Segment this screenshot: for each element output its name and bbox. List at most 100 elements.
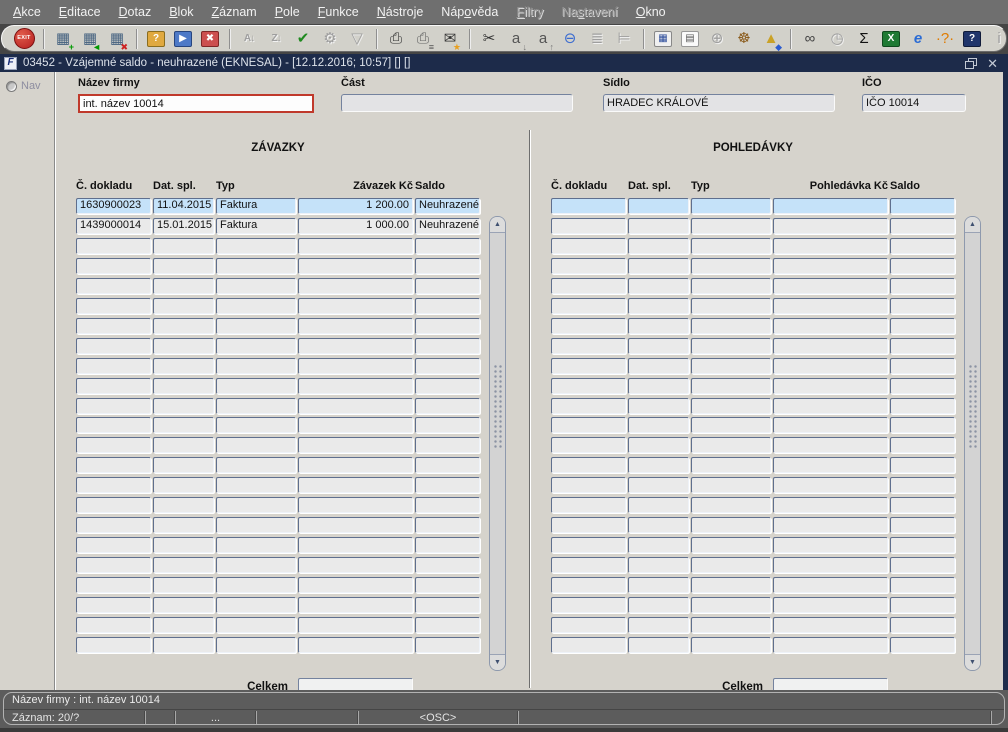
zavazky-cell[interactable] (153, 377, 214, 394)
zavazky-cell[interactable] (298, 297, 413, 314)
zavazky-cell[interactable] (76, 437, 151, 454)
pohledavky-cell[interactable] (773, 337, 888, 354)
zavazky-cell[interactable] (216, 537, 296, 554)
cast-input[interactable] (341, 94, 573, 112)
zavazky-cell[interactable] (216, 377, 296, 394)
pohledavky-cell[interactable] (773, 577, 888, 594)
pohledavky-cell[interactable] (628, 557, 689, 574)
scroll-down-button[interactable]: ▼ (965, 654, 980, 670)
zavazky-cell[interactable] (216, 437, 296, 454)
pohledavky-cell[interactable] (773, 417, 888, 434)
pohledavky-cell[interactable] (890, 377, 955, 394)
zavazky-cell[interactable] (76, 317, 151, 334)
zavazky-cell[interactable] (216, 636, 296, 653)
pohledavky-cell[interactable] (773, 297, 888, 314)
pohledavky-cell[interactable] (628, 198, 689, 214)
pohledavky-cell[interactable] (890, 477, 955, 494)
zavazky-cell[interactable]: Neuhrazené (415, 217, 480, 234)
pohledavky-cell[interactable] (628, 497, 689, 514)
pohledavky-cell[interactable] (890, 577, 955, 594)
zavazky-cell[interactable] (298, 357, 413, 374)
zavazky-cell[interactable] (153, 617, 214, 634)
zavazky-cell[interactable] (415, 297, 480, 314)
pohledavky-cell[interactable] (628, 277, 689, 294)
zavazky-cell[interactable] (76, 617, 151, 634)
zavazky-cell[interactable] (415, 257, 480, 274)
menu-dotaz[interactable]: Dotaz (110, 5, 161, 19)
pohledavky-cell[interactable] (628, 297, 689, 314)
zavazky-cell[interactable] (298, 537, 413, 554)
zavazky-cell[interactable] (76, 337, 151, 354)
pohledavky-cell[interactable] (773, 277, 888, 294)
pohledavky-cell[interactable] (890, 537, 955, 554)
zavazky-cell[interactable] (415, 317, 480, 334)
pohledavky-cell[interactable] (691, 377, 771, 394)
mdi-titlebar[interactable]: F 03452 - Vzájemné saldo - neuhrazené (E… (0, 54, 1008, 72)
zavazky-cell[interactable] (76, 457, 151, 474)
hint-button[interactable]: ·?· (933, 27, 957, 51)
sum-button[interactable]: Σ (852, 27, 876, 51)
pohledavky-cell[interactable] (691, 317, 771, 334)
pohledavky-cell[interactable] (551, 357, 626, 374)
zavazky-cell[interactable] (76, 537, 151, 554)
pohledavky-cell[interactable] (551, 636, 626, 653)
pohledavky-cell[interactable] (551, 537, 626, 554)
pohledavky-cell[interactable] (691, 217, 771, 234)
menu-nastroje[interactable]: Nástroje (368, 5, 433, 19)
zavazky-cell[interactable] (415, 597, 480, 614)
pohledavky-cell[interactable] (890, 337, 955, 354)
zavazky-cell[interactable] (298, 497, 413, 514)
zavazky-cell[interactable] (76, 237, 151, 254)
zavazky-cell[interactable] (216, 477, 296, 494)
pohledavky-cell[interactable] (773, 257, 888, 274)
pohledavky-cell[interactable] (691, 537, 771, 554)
pohledavky-cell[interactable] (628, 577, 689, 594)
scrollbar-track[interactable] (490, 233, 505, 654)
pohledavky-cell[interactable] (890, 437, 955, 454)
update-record-button[interactable]: ▦ ◄ (78, 27, 102, 51)
pohledavky-cell[interactable] (890, 497, 955, 514)
zavazky-cell[interactable] (216, 517, 296, 534)
zavazky-cell[interactable] (76, 497, 151, 514)
pohledavky-cell[interactable] (773, 198, 888, 214)
pohledavky-cell[interactable] (890, 198, 955, 214)
zavazky-cell[interactable] (216, 597, 296, 614)
pohledavky-cell[interactable] (773, 517, 888, 534)
pohledavky-cell[interactable] (691, 477, 771, 494)
pohledavky-cell[interactable] (628, 237, 689, 254)
pohledavky-cell[interactable] (551, 477, 626, 494)
pohledavky-cell[interactable] (551, 497, 626, 514)
pohledavky-cell[interactable] (628, 417, 689, 434)
pohledavky-cell[interactable] (551, 337, 626, 354)
pohledavky-cell[interactable] (628, 377, 689, 394)
pohledavky-cell[interactable] (551, 317, 626, 334)
pohledavky-cell[interactable] (551, 277, 626, 294)
pohledavky-cell[interactable] (773, 636, 888, 653)
scrollbar-thumb[interactable] (968, 363, 977, 449)
pohledavky-cell[interactable] (691, 497, 771, 514)
zavazky-cell[interactable] (153, 357, 214, 374)
exit-button[interactable]: EXIT (12, 27, 36, 51)
zavazky-cell[interactable] (298, 457, 413, 474)
pohledavky-cell[interactable] (691, 198, 771, 214)
pohledavky-cell[interactable] (551, 517, 626, 534)
zavazky-cell[interactable] (153, 397, 214, 414)
pohledavky-scrollbar[interactable]: ▲ ▼ (964, 216, 981, 671)
restore-icon[interactable] (965, 57, 978, 69)
zavazky-cell[interactable] (415, 437, 480, 454)
menu-pole[interactable]: Pole (266, 5, 309, 19)
pohledavky-cell[interactable] (773, 477, 888, 494)
zavazky-cell[interactable] (415, 377, 480, 394)
pohledavky-cell[interactable] (890, 217, 955, 234)
zavazky-cell[interactable] (216, 457, 296, 474)
pohledavky-cell[interactable] (691, 337, 771, 354)
zavazky-cell[interactable] (415, 477, 480, 494)
close-icon[interactable]: ✕ (987, 57, 998, 70)
zavazky-cell[interactable] (415, 237, 480, 254)
print-setup-button[interactable]: ⎙ ≡ (411, 27, 435, 51)
zavazky-cell[interactable] (153, 597, 214, 614)
pohledavky-cell[interactable] (628, 477, 689, 494)
scrollbar-thumb[interactable] (493, 363, 502, 449)
pohledavky-cell[interactable] (551, 377, 626, 394)
zavazky-cell[interactable]: 11.04.2015 (153, 198, 214, 214)
